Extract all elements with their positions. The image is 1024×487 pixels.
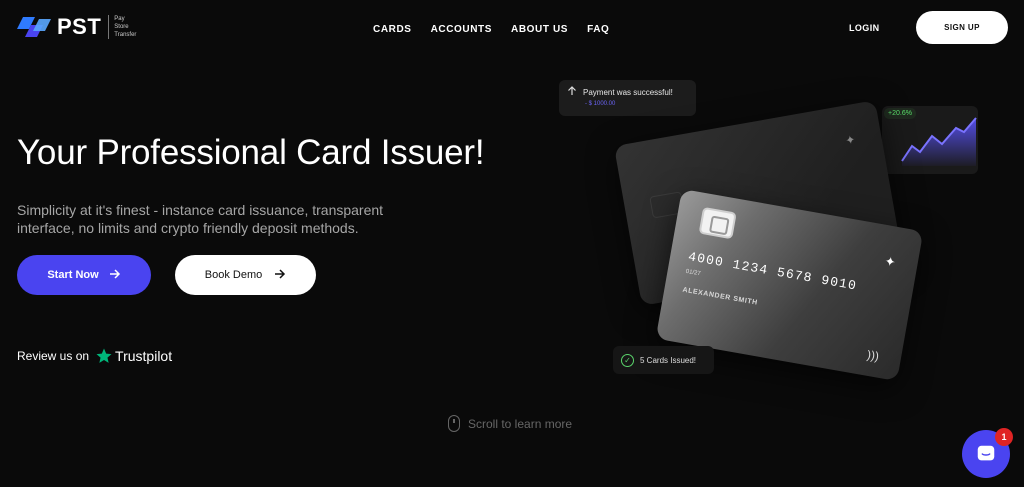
brand-logo[interactable]: PST Pay Store Transfer: [17, 14, 136, 40]
logo-tagline-line: Store: [114, 24, 129, 30]
chat-notification-badge: 1: [995, 428, 1013, 446]
issued-text: 5 Cards Issued!: [640, 355, 697, 365]
logo-tagline-line: Pay: [114, 16, 125, 22]
trustpilot-text: Trustpilot: [115, 348, 173, 364]
signup-button[interactable]: SIGN UP: [916, 11, 1008, 44]
mouse-icon: [448, 415, 460, 432]
card-holder: ALEXANDER SMITH: [681, 286, 759, 307]
start-now-label: Start Now: [47, 269, 99, 281]
arrow-right-icon: [109, 268, 121, 283]
book-demo-button[interactable]: Book Demo: [175, 255, 316, 295]
start-now-button[interactable]: Start Now: [17, 255, 151, 295]
logo-tagline: Pay Store Transfer: [108, 15, 136, 39]
nav-accounts[interactable]: ACCOUNTS: [431, 24, 492, 35]
check-icon: ✓: [621, 353, 634, 367]
card-expiry: 01/27: [685, 268, 702, 278]
trustpilot-star-icon: [96, 348, 112, 363]
login-link[interactable]: LOGIN: [849, 23, 880, 33]
trustpilot-review[interactable]: Review us on Trustpilot: [17, 347, 172, 365]
chat-icon: [977, 445, 995, 461]
arrow-up-icon: [567, 86, 577, 98]
chip-icon: [698, 206, 737, 240]
nfc-icon: ))): [865, 347, 881, 364]
arrow-right-icon: [274, 268, 286, 283]
hero-subtitle: Simplicity at it's finest - instance car…: [17, 202, 384, 236]
scroll-hint[interactable]: Scroll to learn more: [448, 415, 572, 432]
growth-chart-widget: +20.6%: [882, 106, 978, 174]
nav-about-us[interactable]: ABOUT US: [511, 24, 568, 35]
logo-text: PST: [57, 14, 102, 39]
sparkle-icon: ✦: [844, 132, 857, 148]
sparkle-icon: ✦: [883, 253, 897, 270]
payment-text: Payment was successful!: [583, 87, 673, 97]
logo-mark-icon: [17, 15, 53, 39]
trustpilot-logo[interactable]: Trustpilot: [95, 347, 172, 365]
card-number: 4000 1234 5678 9010: [687, 249, 859, 294]
scroll-text: Scroll to learn more: [468, 416, 573, 431]
book-demo-label: Book Demo: [204, 269, 263, 281]
nav-faq[interactable]: FAQ: [587, 24, 609, 35]
payment-notification: Payment was successful! - $ 1000.00: [559, 80, 696, 116]
cards-issued-badge: ✓ 5 Cards Issued!: [613, 346, 714, 374]
growth-chart-icon: [901, 117, 977, 166]
main-nav: CARDS ACCOUNTS ABOUT US FAQ: [373, 24, 609, 35]
payment-amount: - $ 1000.00: [585, 101, 616, 107]
review-prefix: Review us on: [17, 349, 90, 363]
logo-tagline-line: Transfer: [114, 32, 137, 38]
hero-title: Your Professional Card Issuer!: [17, 133, 485, 172]
nav-cards[interactable]: CARDS: [373, 24, 412, 35]
